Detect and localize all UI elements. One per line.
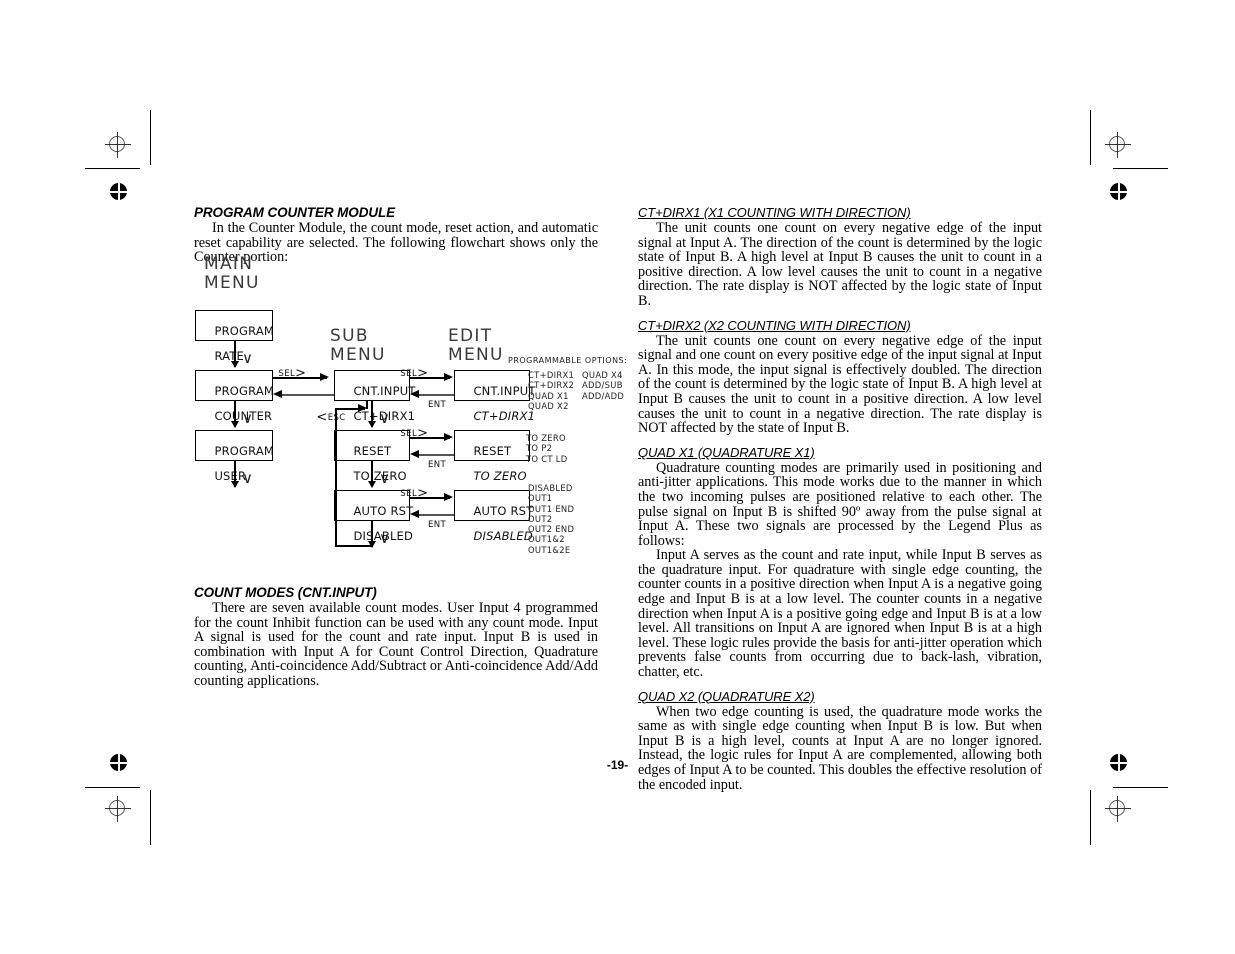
flow-arrow-reset-to-autorst <box>367 481 376 488</box>
quad-x1-paragraph-1: Quadrature counting modes are primarily … <box>638 459 1042 549</box>
crop-mark-top-right-vertical <box>1090 110 1092 165</box>
box-line-2: CT+DIRX1 <box>473 408 536 423</box>
flow-arrow-edit-to-sub-reset <box>410 450 419 458</box>
registration-mark-bottom-right <box>1105 796 1131 822</box>
crop-mark-bottom-left-vertical <box>150 790 152 845</box>
box-line-2: RATE <box>214 348 245 363</box>
registration-mark-bottom-left <box>105 796 131 822</box>
count-modes-paragraph: There are seven available count modes. U… <box>194 600 598 689</box>
flow-loop-left <box>335 408 337 546</box>
chevron-down-icon: ∨ <box>242 409 253 427</box>
flow-line-edit-to-sub-reset <box>418 454 456 456</box>
label-ent-3: ENT <box>428 520 447 530</box>
quad-x2-heading: QUAD X2 (QUADRATURE X2) <box>638 688 815 704</box>
box-line-1: CNT.INPUT <box>473 383 536 398</box>
flowchart-title-edit-menu: EDIT MENU <box>448 326 504 365</box>
box-line-1: PROGRAM <box>214 323 275 338</box>
flow-arrow-sub-autorst-to-edit <box>444 493 453 501</box>
options-auto-rst: DISABLED OUT1 OUT1 END OUT2 OUT2 END OUT… <box>528 483 575 555</box>
flow-line-edit-to-sub-cntinput <box>418 394 456 396</box>
crop-mark-bottom-left-horizontal <box>85 787 140 789</box>
chevron-down-icon: ∨ <box>242 349 253 367</box>
flow-arrow-counter-to-cntinput <box>320 373 329 381</box>
ct-dirx1-paragraph: The unit counts one count on every negat… <box>638 220 1042 309</box>
flowchart-title-sub-menu: SUB MENU <box>330 326 386 365</box>
options-cnt-input-column-2: QUAD X4 ADD/SUB ADD/ADD <box>582 370 625 401</box>
page-number: -19- <box>606 758 629 772</box>
flow-line-cntinput-to-counter <box>282 394 334 396</box>
flow-loop-riser <box>366 401 368 409</box>
programmable-options-heading: PROGRAMMABLE OPTIONS: <box>508 356 628 365</box>
label-sel-sub-to-edit-2: SEL> <box>400 426 429 441</box>
registration-mark-top-left <box>105 132 131 158</box>
quad-x2-paragraph: When two edge counting is used, the quad… <box>638 703 1042 793</box>
quad-x1-heading: QUAD X1 (QUADRATURE X1) <box>638 444 815 460</box>
counter-module-flowchart: MAIN MENU SUB MENU EDIT MENU PROGRAM RAT… <box>190 254 627 570</box>
registration-dot-top-left <box>110 183 127 200</box>
flow-arrow-sub-cntinput-to-edit <box>444 373 453 381</box>
count-modes-heading: COUNT MODES (CNT.INPUT) <box>194 585 377 600</box>
chevron-down-icon: ∨ <box>242 469 253 487</box>
flowchart-box-program-user: PROGRAM USER <box>195 430 275 482</box>
count-modes-section: COUNT MODES (CNT.INPUT) There are seven … <box>194 585 598 698</box>
flow-arrow-user-down <box>230 481 239 488</box>
chevron-down-icon: ∨ <box>379 529 390 547</box>
flowchart-box-program-rate: PROGRAM RATE <box>195 310 275 362</box>
flowchart-title-main-menu: MAIN MENU <box>204 254 260 293</box>
quad-x1-paragraph-2: Input A serves as the count and rate inp… <box>638 547 1042 681</box>
crop-mark-top-left-vertical <box>150 110 152 165</box>
label-ent-1: ENT <box>428 400 447 410</box>
options-cnt-input-column-1: CT+DIRX1 CT+DIRX2 QUAD X1 QUAD X2 <box>528 370 575 411</box>
crop-mark-top-right-horizontal <box>1113 168 1168 170</box>
flow-arrow-cntinput-to-reset <box>367 421 376 428</box>
ct-dirx2-heading: CT+DIRX2 (X2 COUNTING WITH DIRECTION) <box>638 317 911 333</box>
label-sel-main-to-sub: SEL> <box>278 366 307 381</box>
flowchart-box-edit-reset: RESET TO ZERO <box>454 430 530 482</box>
crop-mark-top-left-horizontal <box>85 168 140 170</box>
options-reset: TO ZERO TO P2 TO CT LD <box>526 433 568 464</box>
flow-arrow-edit-to-sub-cntinput <box>410 390 419 398</box>
box-line-1: RESET <box>353 443 392 458</box>
box-line-2: DISABLED <box>473 528 533 543</box>
registration-dot-top-right <box>1110 183 1127 200</box>
label-sel-sub-to-edit-3: SEL> <box>400 486 429 501</box>
flow-loop-bottom <box>335 545 372 547</box>
crop-mark-bottom-right-horizontal <box>1113 787 1168 789</box>
registration-mark-top-right <box>1105 132 1131 158</box>
box-line-1: AUTO RST <box>473 503 534 518</box>
box-line-1: PROGRAM <box>214 443 275 458</box>
ct-dirx2-paragraph: The unit counts one count on every negat… <box>638 332 1042 437</box>
program-counter-module-heading: PROGRAM COUNTER MODULE <box>194 205 396 220</box>
flow-arrow-counter-to-user <box>230 421 239 428</box>
flowchart-box-edit-cnt-input: CNT.INPUT CT+DIRX1 <box>454 370 535 422</box>
flow-arrow-cntinput-to-counter <box>273 390 282 398</box>
flow-arrow-edit-to-sub-autorst <box>410 510 419 518</box>
label-sel-sub-to-edit-1: SEL> <box>400 366 429 381</box>
flow-line-edit-to-sub-autorst <box>418 514 456 516</box>
ct-dirx1-heading: CT+DIRX1 (X1 COUNTING WITH DIRECTION) <box>638 205 911 220</box>
flow-arrow-rate-to-counter <box>230 361 239 368</box>
flow-arrow-sub-reset-to-edit <box>444 433 453 441</box>
flowchart-box-program-counter: PROGRAM COUNTER <box>195 370 274 422</box>
label-ent-2: ENT <box>428 460 447 470</box>
flowchart-box-edit-auto-rst: AUTO RST DISABLED <box>454 490 534 542</box>
box-line-2: TO ZERO <box>473 468 527 483</box>
crop-mark-bottom-right-vertical <box>1090 790 1092 845</box>
right-column: CT+DIRX1 (X1 COUNTING WITH DIRECTION) Th… <box>638 205 1042 801</box>
box-line-1: RESET <box>473 443 512 458</box>
